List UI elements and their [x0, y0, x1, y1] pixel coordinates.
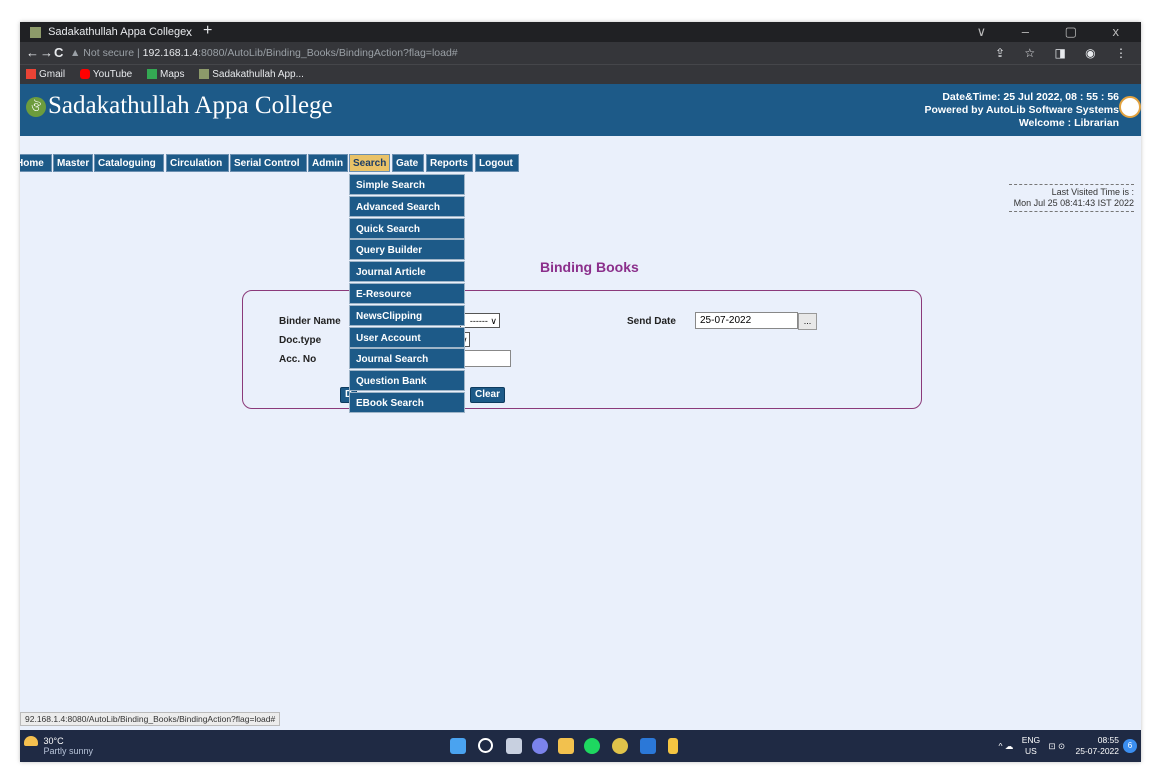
url-path: :8080/AutoLib/Binding_Books/BindingActio… [198, 47, 458, 59]
last-visited-value: Mon Jul 25 08:41:43 IST 2022 [1013, 198, 1134, 208]
task-view-icon[interactable] [506, 738, 522, 754]
tab-title: Sadakathullah Appa College [48, 26, 187, 38]
bookmarks-bar: Gmail YouTube Maps Sadakathullah App... [20, 64, 1141, 84]
send-date-label: Send Date [627, 316, 676, 327]
language-indicator[interactable]: ENG US [1022, 735, 1040, 757]
bookmark-maps[interactable]: Maps [146, 65, 184, 84]
search-dropdown-menu: Simple Search Advanced Search Quick Sear… [349, 174, 465, 414]
new-tab-button[interactable]: + [203, 22, 212, 40]
menu-serial-control[interactable]: Serial Control [230, 154, 307, 172]
dropdown-quick-search[interactable]: Quick Search [349, 217, 465, 239]
system-tray: ^ ☁ ENG US ⊡ ⊙ 08:55 25-07-2022 [999, 735, 1120, 757]
search-icon[interactable] [478, 738, 493, 753]
bookmark-gmail[interactable]: Gmail [26, 65, 65, 84]
spotify-icon[interactable] [584, 738, 600, 754]
menu-reports[interactable]: Reports [426, 154, 473, 172]
maps-icon [146, 69, 157, 80]
clock-date: 25-07-2022 [1075, 746, 1119, 756]
address-bar[interactable]: ▲ Not secure | 192.168.1.4:8080/AutoLib/… [70, 45, 970, 61]
header-datetime: Date&Time: 25 Jul 2022, 08 : 55 : 56 [942, 91, 1119, 103]
dropdown-advanced-search[interactable]: Advanced Search [349, 195, 465, 217]
doctype-label: Doc.type [279, 335, 322, 346]
last-visited-label: Last Visited Time is : [1051, 187, 1134, 197]
toolbar-actions[interactable]: ⇪ ☆ ◨ ◉ ⋮ [995, 42, 1135, 64]
weather-icon [24, 736, 38, 746]
dropdown-journal-search[interactable]: Journal Search [349, 348, 465, 370]
dropdown-ebook-search[interactable]: EBook Search [349, 391, 465, 413]
dropdown-newsclipping[interactable]: NewsClipping [349, 304, 465, 326]
powered-by: Powered by AutoLib Software Systems [924, 104, 1120, 116]
dropdown-journal-article[interactable]: Journal Article [349, 261, 465, 283]
college-title: Sadakathullah Appa College [48, 92, 333, 119]
word-icon[interactable] [640, 738, 656, 754]
college-logo-icon: ঔ [26, 97, 46, 117]
date-picker-button[interactable]: ... [798, 313, 817, 330]
window-controls[interactable]: ∨ – ▢ x [977, 22, 1135, 42]
welcome-user: Welcome : Librarian [1018, 117, 1119, 129]
windows-taskbar: 30°C Partly sunny ^ ☁ ENG US ⊡ ⊙ 08:55 25… [20, 730, 1141, 762]
menu-master[interactable]: Master [53, 154, 93, 172]
main-menu: Home Master Cataloguing Circulation Seri… [20, 136, 1141, 174]
notification-badge[interactable]: 6 [1123, 739, 1137, 753]
chat-icon[interactable] [532, 738, 548, 754]
site-header: ঔ Sadakathullah Appa College Date&Time: … [20, 84, 1141, 136]
browser-tab[interactable]: Sadakathullah Appa College x [24, 22, 194, 42]
binder-name-select[interactable]: ------ ∨ [460, 313, 500, 328]
file-explorer-icon[interactable] [558, 738, 574, 754]
tab-strip: Sadakathullah Appa College x + ∨ – ▢ x [20, 22, 1141, 42]
college-favicon-icon [199, 69, 210, 80]
favicon-icon [30, 26, 41, 38]
dropdown-query-builder[interactable]: Query Builder [349, 239, 465, 261]
menu-admin[interactable]: Admin [308, 154, 348, 172]
accno-label: Acc. No [279, 354, 317, 365]
bookmark-college[interactable]: Sadakathullah App... [199, 65, 304, 84]
temperature: 30°C [43, 736, 64, 746]
clock[interactable]: 08:55 25-07-2022 [1076, 735, 1119, 757]
forward-icon[interactable]: → [40, 42, 53, 64]
last-visited: Last Visited Time is : Mon Jul 25 08:41:… [1009, 184, 1134, 212]
tray-overflow-icon[interactable]: ^ ☁ [999, 741, 1014, 752]
menu-cataloguing[interactable]: Cataloguing [94, 154, 164, 172]
autolib-logo-icon [1119, 96, 1141, 118]
windows-start-icon[interactable] [450, 738, 466, 754]
menu-logout[interactable]: Logout [475, 154, 519, 172]
reload-icon[interactable]: C [54, 42, 63, 64]
clock-time: 08:55 [1097, 735, 1119, 745]
clear-button[interactable]: Clear [470, 387, 506, 403]
browser-toolbar: ← → C ▲ Not secure | 192.168.1.4:8080/Au… [20, 42, 1141, 64]
security-indicator[interactable]: ▲ Not secure [70, 47, 134, 59]
back-icon[interactable]: ← [26, 42, 39, 64]
weather-widget[interactable]: 30°C Partly sunny [24, 736, 93, 756]
dropdown-user-account[interactable]: User Account [349, 326, 465, 348]
binder-name-label: Binder Name [279, 316, 341, 327]
page-title: Binding Books [540, 259, 639, 275]
status-bar-url: 92.168.1.4:8080/AutoLib/Binding_Books/Bi… [20, 712, 281, 726]
youtube-icon [79, 69, 90, 80]
header-info: Date&Time: 25 Jul 2022, 08 : 55 : 56 Pow… [925, 91, 1120, 130]
url-host: 192.168.1.4 [142, 47, 199, 59]
dropdown-simple-search[interactable]: Simple Search [349, 174, 465, 195]
chrome-icon[interactable] [612, 738, 628, 754]
gmail-icon [26, 69, 36, 80]
dropdown-question-bank[interactable]: Question Bank [349, 370, 465, 392]
app-icon[interactable] [668, 738, 678, 754]
menu-circulation[interactable]: Circulation [166, 154, 229, 172]
tab-close-icon[interactable]: x [186, 22, 192, 42]
accno-input[interactable] [460, 350, 511, 367]
weather-text: Partly sunny [43, 746, 94, 756]
bookmark-youtube[interactable]: YouTube [79, 65, 132, 84]
menu-gate[interactable]: Gate [392, 154, 424, 172]
send-date-input[interactable] [695, 312, 798, 329]
dropdown-e-resource[interactable]: E-Resource [349, 282, 465, 304]
browser-window: Sadakathullah Appa College x + ∨ – ▢ x ←… [20, 22, 1141, 762]
menu-search[interactable]: Search [349, 154, 390, 172]
network-sound-icon[interactable]: ⊡ ⊙ [1049, 741, 1066, 752]
menu-home[interactable]: Home [20, 154, 52, 172]
